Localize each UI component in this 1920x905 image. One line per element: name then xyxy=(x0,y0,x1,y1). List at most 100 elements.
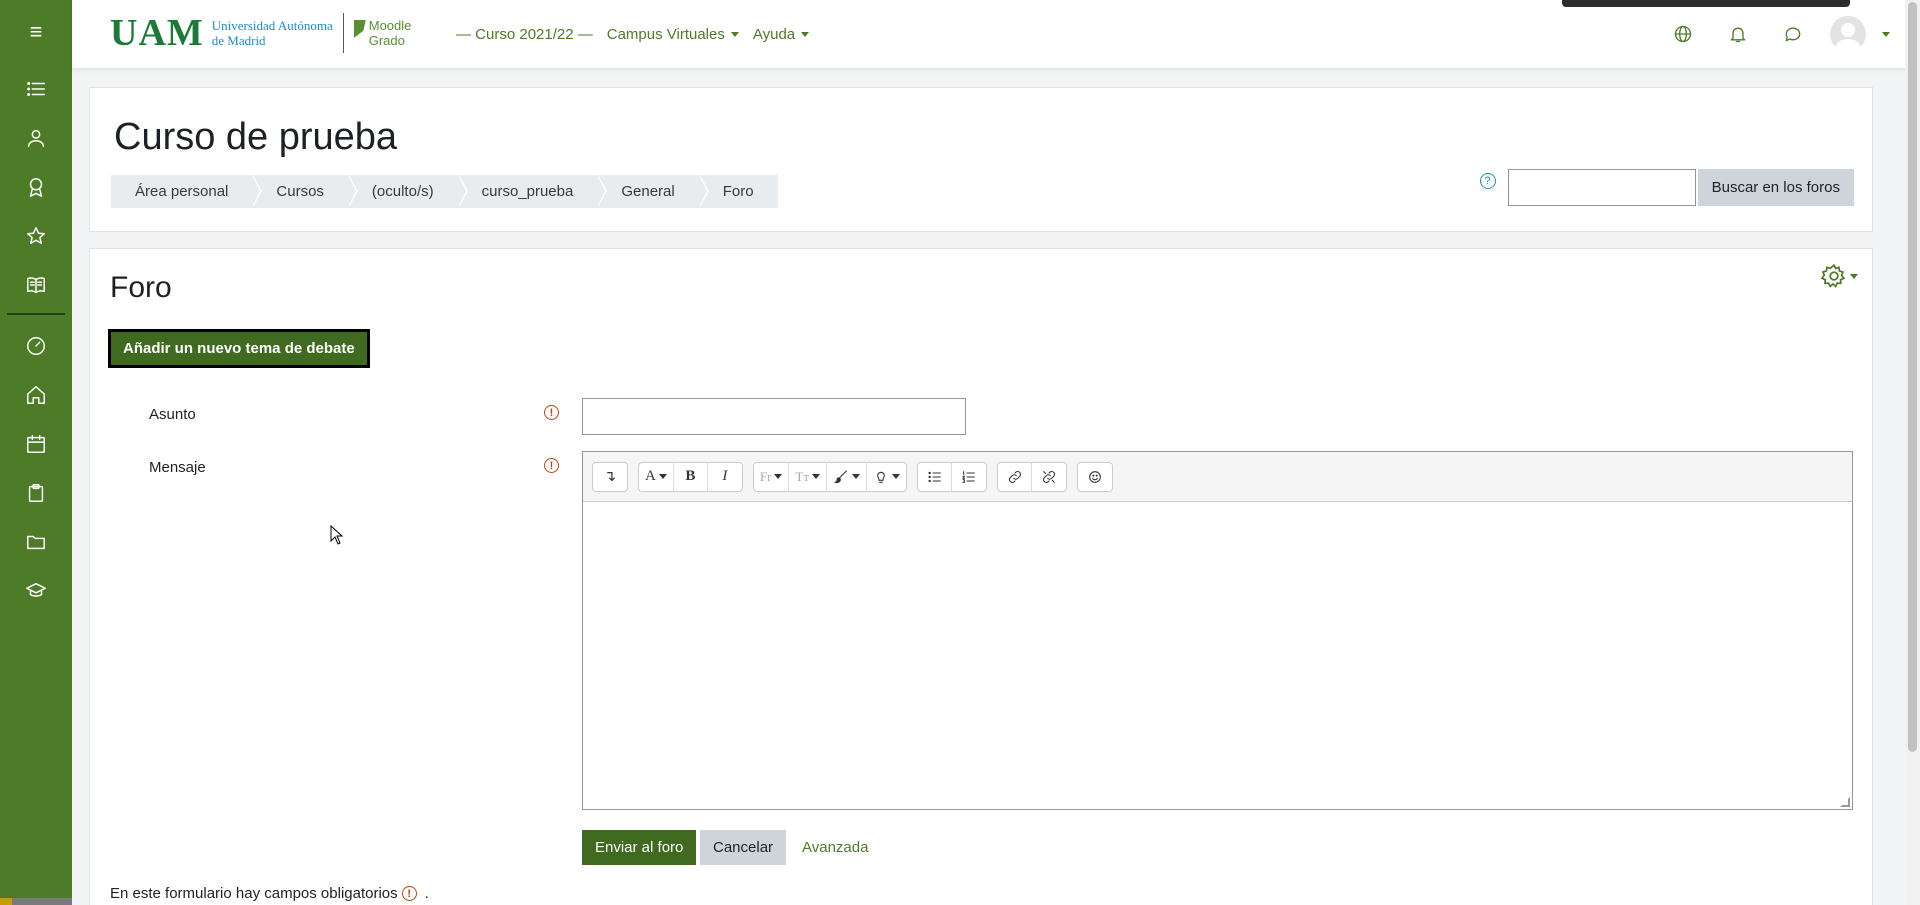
avatar[interactable] xyxy=(1830,16,1866,52)
smiley-icon xyxy=(1089,470,1101,483)
breadcrumb-item[interactable]: General xyxy=(597,175,710,208)
chevron-down-icon xyxy=(730,31,739,37)
rail-item-badges[interactable] xyxy=(0,162,72,211)
chevron-down-icon[interactable] xyxy=(1882,31,1890,37)
rail-item-dashboard[interactable] xyxy=(0,321,72,370)
scrollbar-thumb[interactable] xyxy=(1908,2,1917,752)
brush-icon xyxy=(834,469,847,483)
subject-input[interactable] xyxy=(582,398,966,435)
course-year-label: — Curso 2021/22 — xyxy=(456,25,593,43)
forum-search: ? Buscar en los foros xyxy=(1479,169,1854,206)
unlink-icon xyxy=(1043,470,1056,483)
folder-icon xyxy=(27,535,45,549)
required-icon: ! xyxy=(544,405,559,420)
rail-item-participants[interactable] xyxy=(0,113,72,162)
badge-icon xyxy=(29,177,43,197)
font-family-button[interactable]: Fr xyxy=(754,462,790,491)
breadcrumb-item[interactable]: (oculto/s) xyxy=(348,175,468,208)
settings-menu[interactable] xyxy=(1821,263,1858,289)
collapse-toolbar-button[interactable]: ↴ xyxy=(593,463,627,491)
messages-button[interactable] xyxy=(1765,24,1820,44)
bullet-list-icon xyxy=(927,471,941,482)
breadcrumb: Área personal Cursos (oculto/s) curso_pr… xyxy=(111,175,778,208)
link-icon xyxy=(1008,470,1021,483)
chevron-down-icon xyxy=(658,474,667,479)
numbered-list-icon xyxy=(962,470,975,483)
campus-menu[interactable]: Campus Virtuales xyxy=(607,26,739,43)
nav-right xyxy=(1655,0,1920,68)
rail-item-grades[interactable] xyxy=(0,260,72,309)
user-group-icon xyxy=(27,129,45,147)
breadcrumb-item[interactable]: Cursos xyxy=(252,175,358,208)
breadcrumb-item[interactable]: Foro xyxy=(699,175,778,208)
hint-button[interactable] xyxy=(867,463,906,491)
add-discussion-button[interactable]: Añadir un nuevo tema de debate xyxy=(108,329,370,368)
link-button[interactable] xyxy=(998,462,1033,491)
page-header: Curso de prueba Área personal Cursos (oc… xyxy=(89,87,1873,232)
chevron-down-icon xyxy=(892,474,901,479)
chevron-down-icon xyxy=(801,31,810,37)
dashboard-icon xyxy=(27,336,45,355)
rail-item-content-bank[interactable] xyxy=(0,517,72,566)
graduation-cap-icon xyxy=(26,582,46,597)
subject-label: Asunto xyxy=(149,406,196,423)
moodle-flag-icon xyxy=(353,20,366,38)
list-icon xyxy=(27,81,45,96)
logo-moodle: Moodle Grado xyxy=(353,18,411,48)
bold-button[interactable]: B xyxy=(674,462,708,491)
forum-search-input[interactable] xyxy=(1507,169,1696,206)
chevron-down-icon xyxy=(774,474,783,479)
font-size-button[interactable]: Tт xyxy=(789,462,828,491)
message-textarea[interactable] xyxy=(583,502,1852,809)
required-fields-note: En este formulario hay campos obligatori… xyxy=(110,885,429,902)
lightbulb-icon xyxy=(877,471,885,483)
logo-university-text: Universidad Autónoma de Madrid xyxy=(211,18,333,48)
required-icon: ! xyxy=(544,458,559,473)
advanced-link[interactable]: Avanzada xyxy=(802,839,868,856)
chevron-down-icon xyxy=(852,474,861,479)
forum-title: Foro xyxy=(110,271,172,304)
star-icon xyxy=(27,226,45,244)
site-logo[interactable]: UAM Universidad Autónoma de Madrid Moodl… xyxy=(110,12,411,54)
rail-item-calendar[interactable] xyxy=(0,419,72,468)
breadcrumb-item[interactable]: curso_prueba xyxy=(458,175,608,208)
chevron-down-icon xyxy=(1850,273,1858,279)
required-icon: ! xyxy=(401,886,417,901)
rail-item-my-courses[interactable] xyxy=(0,566,72,615)
rail-item-private-files[interactable] xyxy=(0,468,72,517)
rail-item-competencies[interactable] xyxy=(0,211,72,260)
help-menu[interactable]: Ayuda xyxy=(753,26,810,43)
left-rail: ≡ xyxy=(0,0,72,905)
calendar-icon xyxy=(27,434,45,453)
notifications-button[interactable] xyxy=(1710,24,1765,44)
forum-content: Foro Añadir un nuevo tema de debate Asun… xyxy=(89,248,1873,905)
submit-post-button[interactable]: Enviar al foro xyxy=(582,830,697,865)
unlink-button[interactable] xyxy=(1032,463,1066,491)
rail-item-list[interactable] xyxy=(0,64,72,113)
ordered-list-button[interactable] xyxy=(952,463,986,491)
cancel-button[interactable]: Cancelar xyxy=(700,830,787,865)
clipboard-icon xyxy=(28,483,44,502)
message-label: Mensaje xyxy=(149,459,206,476)
forum-search-button[interactable]: Buscar en los foros xyxy=(1697,169,1854,206)
logo-divider xyxy=(342,13,344,53)
book-icon xyxy=(27,276,45,293)
italic-button[interactable]: I xyxy=(708,463,742,491)
bell-icon xyxy=(1730,27,1745,43)
unordered-list-button[interactable] xyxy=(918,462,953,491)
chat-bubble-icon xyxy=(1785,27,1800,42)
rail-item-home[interactable] xyxy=(0,370,72,419)
breadcrumb-item[interactable]: Área personal xyxy=(111,175,263,208)
highlight-button[interactable] xyxy=(827,462,868,491)
top-navbar: UAM Universidad Autónoma de Madrid Moodl… xyxy=(72,0,1920,68)
font-color-button[interactable]: A xyxy=(639,462,674,491)
page-scrollbar[interactable] xyxy=(1905,0,1920,905)
menu-toggle-icon[interactable]: ≡ xyxy=(0,0,72,64)
logo-uam-text: UAM xyxy=(110,12,204,54)
chevron-down-icon xyxy=(812,474,821,479)
rail-separator xyxy=(7,313,65,315)
emoji-button[interactable] xyxy=(1078,463,1112,491)
help-icon[interactable]: ? xyxy=(1479,172,1496,189)
home-icon xyxy=(27,385,45,404)
language-button[interactable] xyxy=(1655,24,1710,44)
